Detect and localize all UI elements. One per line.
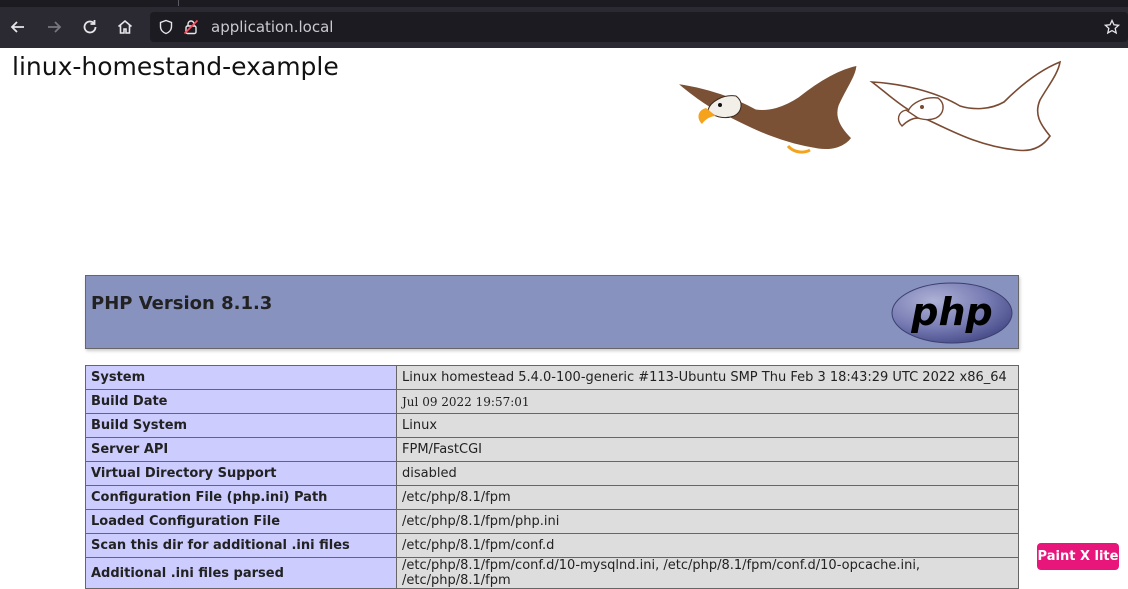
row-value: Jul 09 2022 19:57:01 [396, 389, 1019, 414]
row-label: Server API [85, 437, 397, 462]
reload-icon [83, 20, 97, 34]
row-label: Build System [85, 413, 397, 438]
browser-toolbar: application.local [0, 0, 1128, 48]
home-icon [117, 19, 133, 34]
tab-strip [0, 0, 1128, 7]
row-value: /etc/php/8.1/fpm/conf.d [396, 533, 1019, 558]
row-label: Scan this dir for additional .ini files [85, 533, 397, 558]
shield-icon[interactable] [158, 19, 174, 35]
insecure-lock-icon[interactable] [183, 19, 199, 35]
row-label: Virtual Directory Support [85, 461, 397, 486]
phpinfo-table: System Linux homestead 5.4.0-100-generic… [85, 365, 1019, 589]
table-row: Build Date Jul 09 2022 19:57:01 [85, 389, 1019, 414]
row-label: Additional .ini files parsed [85, 557, 397, 589]
table-row: Scan this dir for additional .ini files … [85, 533, 1019, 558]
table-row: Loaded Configuration File /etc/php/8.1/f… [85, 509, 1019, 534]
page-scrollbar[interactable] [1102, 48, 1128, 577]
row-label: Loaded Configuration File [85, 509, 397, 534]
colored-eagle-image [669, 62, 860, 154]
table-row: Virtual Directory Support disabled [85, 461, 1019, 486]
paint-x-lite-button[interactable]: Paint X lite [1037, 543, 1119, 570]
tab-separator [178, 0, 179, 6]
table-row: Additional .ini files parsed /etc/php/8.… [85, 557, 1019, 589]
table-row: Server API FPM/FastCGI [85, 437, 1019, 462]
php-version-heading: PHP Version 8.1.3 [91, 293, 273, 314]
row-value: Linux homestead 5.4.0-100-generic #113-U… [396, 365, 1019, 390]
table-row: Configuration File (php.ini) Path /etc/p… [85, 485, 1019, 510]
row-value: /etc/php/8.1/fpm/php.ini [396, 509, 1019, 534]
outline-eagle-image [869, 60, 1062, 152]
table-row: Build System Linux [85, 413, 1019, 438]
forward-arrow-icon [48, 21, 62, 33]
url-text[interactable]: application.local [211, 18, 333, 36]
reload-button[interactable] [77, 14, 103, 40]
bookmark-star-icon[interactable] [1104, 19, 1120, 35]
row-label: Build Date [85, 389, 397, 414]
back-arrow-icon [10, 21, 24, 33]
row-value: Linux [396, 413, 1019, 438]
back-button[interactable] [5, 14, 31, 40]
phpinfo-header-section: PHP Version 8.1.3 php [85, 275, 1019, 349]
eagles-illustration [669, 60, 1062, 154]
row-label: Configuration File (php.ini) Path [85, 485, 397, 510]
row-label: System [85, 365, 397, 390]
php-version-banner: PHP Version 8.1.3 php [85, 275, 1019, 349]
php-logo-text: php [910, 290, 992, 334]
row-value: disabled [396, 461, 1019, 486]
home-button[interactable] [112, 14, 138, 40]
php-logo-icon[interactable]: php [891, 282, 1013, 344]
site-title: linux-homestand-example [12, 52, 339, 81]
address-bar[interactable]: application.local [150, 12, 1128, 42]
forward-button[interactable] [41, 14, 67, 40]
row-value: /etc/php/8.1/fpm [396, 485, 1019, 510]
row-value: FPM/FastCGI [396, 437, 1019, 462]
table-row: System Linux homestead 5.4.0-100-generic… [85, 365, 1019, 390]
row-value: /etc/php/8.1/fpm/conf.d/10-mysqlnd.ini, … [396, 557, 1019, 589]
